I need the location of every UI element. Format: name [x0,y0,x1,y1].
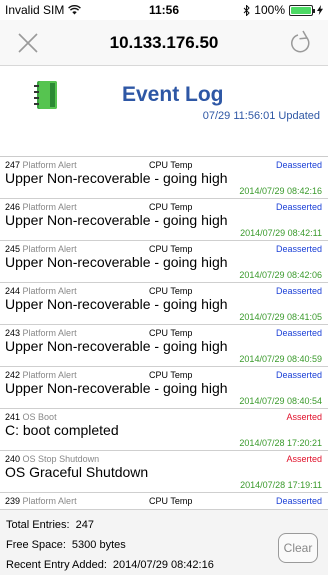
entry-timestamp: 2014/07/29 08:40:54 [239,396,322,406]
entry-description: C: boot completed [5,422,119,438]
entry-id: 244 [5,286,21,296]
entry-timestamp: 2014/07/28 17:20:21 [239,438,322,448]
log-entry-row[interactable]: 241 OS Boot Asserted C: boot completed 2014… [0,409,328,451]
entry-id: 243 [5,328,21,338]
charging-bolt-icon [317,5,323,15]
entry-sensor: CPU Temp [149,244,193,254]
total-entries-value: 247 [75,519,94,531]
battery-fill [291,6,311,14]
reload-icon[interactable] [288,30,312,56]
log-entry-row[interactable]: 240 OS Stop Shutdown Asserted OS Graceful … [0,451,328,493]
free-space: Free Space: 5300 bytes [6,539,126,551]
recent-entry: Recent Entry Added: 2014/07/29 08:42:16 [6,559,214,571]
log-entry-row[interactable]: 247 Platform Alert CPU Temp Deasserted Uppe… [0,157,328,199]
entry-timestamp: 2014/07/29 08:40:59 [239,354,322,364]
log-entry-row[interactable]: 242 Platform Alert CPU Temp Deasserted Uppe… [0,367,328,409]
entry-id: 246 [5,202,21,212]
entry-description: Upper Non-recoverable - going high [5,254,228,270]
entry-timestamp: 2014/07/29 08:42:16 [239,186,322,196]
entry-status: Deasserted [275,370,322,380]
entry-sensor: CPU Temp [149,328,193,338]
entry-timestamp: 2014/07/29 08:42:11 [240,228,322,238]
entry-id: 247 [5,160,21,170]
log-entry-row[interactable]: 246 Platform Alert CPU Temp Deasserted Uppe… [0,199,328,241]
entry-description: Upper Non-recoverable - going high [5,212,228,228]
entry-status: Deasserted [275,286,322,296]
log-entry-row[interactable]: 245 Platform Alert CPU Temp Deasserted Uppe… [0,241,328,283]
entry-type: Platform Alert [22,370,77,380]
entry-description: Upper Non-recoverable - going high [5,296,228,312]
entry-status: Deasserted [275,244,322,254]
free-space-label: Free Space: [6,539,66,551]
log-entry-row[interactable]: 244 Platform Alert CPU Temp Deasserted Uppe… [0,283,328,325]
bluetooth-icon [243,4,251,16]
entry-type: Platform Alert [22,328,77,338]
entry-status: Deasserted [275,202,322,212]
entry-timestamp: 2014/07/28 17:19:11 [240,480,322,490]
entry-id: 240 [5,454,21,464]
nav-bar: 10.133.176.50 [0,20,328,66]
status-right: 100% [243,3,323,17]
entry-status: Deasserted [275,328,322,338]
summary-footer: Total Entries: 247 Free Space: 5300 bytes … [0,509,328,575]
entry-type: Platform Alert [22,160,77,170]
entry-timestamp: 2014/07/29 08:41:05 [239,312,322,322]
entry-description: Upper Non-recoverable - going high [5,380,228,396]
entry-type: Platform Alert [22,244,77,254]
event-log-list[interactable]: 247 Platform Alert CPU Temp Deasserted Uppe… [0,156,328,509]
entry-type: OS Boot [22,412,57,422]
free-space-value: 5300 bytes [71,539,126,551]
log-entry-row[interactable]: 243 Platform Alert CPU Temp Deasserted Uppe… [0,325,328,367]
entry-id: 241 [5,412,21,422]
entry-description: Upper Non-recoverable - going high [5,170,228,186]
clear-button[interactable]: Clear [278,533,318,563]
entry-sensor: CPU Temp [149,160,193,170]
entry-status: Deasserted [275,160,322,170]
entry-type: Platform Alert [22,286,77,296]
entry-id: 242 [5,370,21,380]
entry-sensor: CPU Temp [149,202,193,212]
log-entry-row[interactable]: 239 Platform AlertCPU TempDeassertedUppe… [0,493,328,509]
page-title: Event Log [122,83,224,106]
log-book-icon [34,81,57,109]
entry-sensor: CPU Temp [149,370,193,380]
battery-icon [289,4,315,16]
entry-status: Asserted [286,454,322,464]
entry-sensor: CPU Temp [149,496,193,506]
entry-type: OS Stop Shutdown [22,454,100,464]
entry-timestamp: 2014/07/29 08:42:06 [239,270,322,280]
entry-description: OS Graceful Shutdown [5,464,149,480]
entry-description: Upper Non-recoverable - going high [5,338,228,354]
entry-sensor: CPU Temp [149,286,193,296]
battery-percent: 100% [254,3,285,17]
event-log-header: Event Log 07/29 11:56:01 Updated [0,66,328,156]
entry-status: Deasserted [275,496,322,506]
updated-timestamp: 07/29 11:56:01 Updated [202,110,320,122]
entry-type: Platform Alert [22,202,77,212]
entry-type: Platform Alert [22,496,77,506]
total-entries: Total Entries: 247 [6,519,94,531]
entry-id: 239 [5,496,21,506]
total-entries-label: Total Entries: [6,519,70,531]
entry-status: Asserted [286,412,322,422]
page-url-title: 10.133.176.50 [109,33,219,52]
recent-entry-label: Recent Entry Added: [6,559,107,571]
entry-id: 245 [5,244,21,254]
recent-entry-value: 2014/07/29 08:42:16 [112,559,214,571]
status-bar: Invalid SIM 11:56 100% [0,0,328,20]
